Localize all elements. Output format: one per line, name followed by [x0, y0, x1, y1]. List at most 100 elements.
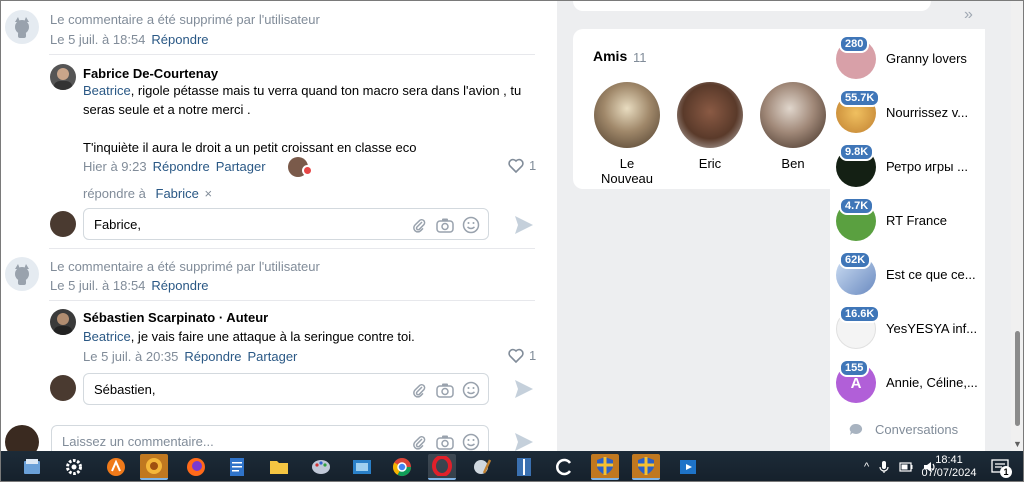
comment-date[interactable]: Le 5 juil. à 18:54 [50, 278, 145, 293]
folder-icon[interactable] [265, 454, 293, 480]
send-icon[interactable] [513, 378, 535, 400]
comment-author[interactable]: Fabrice De-Courtenay [83, 66, 218, 81]
share-link[interactable]: Partager [216, 159, 266, 174]
send-icon[interactable] [513, 214, 535, 236]
ccleaner-icon[interactable] [550, 454, 578, 480]
reply-link[interactable]: Répondre [153, 159, 210, 174]
settings-gear-icon[interactable] [60, 454, 88, 480]
avast-icon[interactable] [102, 454, 130, 480]
friend-avatar[interactable] [760, 82, 826, 148]
share-link[interactable]: Partager [248, 349, 298, 364]
file-explorer-pin-icon[interactable] [18, 454, 46, 480]
page-scrollbar[interactable]: ▼ [1011, 1, 1023, 451]
replying-to: répondre à Fabrice × [83, 186, 218, 201]
attach-icon[interactable] [410, 216, 428, 234]
like-button[interactable]: 1 [508, 348, 536, 363]
my-avatar [50, 211, 76, 237]
send-icon[interactable] [513, 431, 535, 451]
security-shield-icon[interactable] [591, 454, 619, 480]
opera-icon[interactable] [428, 454, 456, 480]
cancel-reply-button[interactable]: × [205, 186, 213, 201]
comment-author-line: Sébastien Scarpinato · Auteur [83, 310, 268, 325]
attach-icon[interactable] [410, 381, 428, 399]
vpn-app-icon[interactable] [140, 454, 168, 480]
comment-date[interactable]: Hier à 9:23 [83, 159, 147, 174]
image-viewer-icon[interactable] [348, 454, 376, 480]
unread-badge: 62K [839, 251, 872, 269]
emoji-icon[interactable] [462, 381, 480, 399]
friend-item[interactable]: Le Nouveau [593, 82, 661, 186]
group-item[interactable]: 55.7K Nourrissez v... [836, 89, 986, 135]
conversations-link[interactable]: Conversations [849, 422, 958, 437]
camera-icon[interactable] [436, 433, 454, 451]
sebastien-avatar[interactable] [50, 309, 76, 335]
windows-taskbar: ^ 18:41 07/07/2024 1 [1, 451, 1023, 481]
friend-name[interactable]: Le Nouveau [593, 156, 661, 186]
scrollbar-thumb[interactable] [1015, 331, 1020, 426]
fabrice-avatar[interactable] [50, 64, 76, 90]
friend-avatar[interactable] [594, 82, 660, 148]
group-name[interactable]: RT France [886, 213, 981, 228]
conversations-label[interactable]: Conversations [875, 422, 958, 437]
reply-input-value[interactable]: Sébastien, [94, 382, 155, 397]
friend-item[interactable]: Eric [676, 82, 744, 171]
friend-avatar[interactable] [677, 82, 743, 148]
group-name[interactable]: Nourrissez v... [886, 105, 981, 120]
reply-input[interactable]: Sébastien, [83, 373, 489, 405]
group-name[interactable]: Annie, Céline,... [886, 375, 981, 390]
group-item[interactable]: 9.8K Ретро игры ... [836, 143, 986, 189]
emoji-icon[interactable] [462, 433, 480, 451]
collapse-chevrons-icon[interactable]: » [964, 6, 973, 24]
comment-date[interactable]: Le 5 juil. à 20:35 [83, 349, 178, 364]
reply-link[interactable]: Répondre [184, 349, 241, 364]
group-name[interactable]: YesYESYA inf... [886, 321, 981, 336]
reply-link[interactable]: Répondre [151, 278, 208, 293]
friend-name[interactable]: Eric [676, 156, 744, 171]
reply-input-value[interactable]: Fabrice, [94, 217, 141, 232]
chrome-icon[interactable] [388, 454, 416, 480]
friend-item[interactable]: Ben [759, 82, 827, 171]
mention-link[interactable]: Beatrice [83, 83, 131, 98]
notification-count-badge: 1 [1000, 466, 1012, 478]
group-item[interactable]: A 155 Annie, Céline,... [836, 359, 986, 405]
mention-link[interactable]: Beatrice [83, 329, 131, 344]
friend-name[interactable]: Ben [759, 156, 827, 171]
new-comment-placeholder[interactable]: Laissez un commentaire... [62, 434, 214, 449]
replying-to-name[interactable]: Fabrice [156, 186, 199, 201]
attach-icon[interactable] [410, 433, 428, 451]
group-name[interactable]: Est ce que ce... [886, 267, 981, 282]
deleted-comment-text: Le commentaire a été supprimé par l'util… [50, 12, 320, 27]
friends-title[interactable]: Amis [593, 48, 627, 64]
firefox-icon[interactable] [182, 454, 210, 480]
tray-expand-icon[interactable]: ^ [864, 461, 869, 473]
group-item[interactable]: 62K Est ce que ce... [836, 251, 986, 297]
group-item[interactable]: 4.7K RT France [836, 197, 986, 243]
reply-input[interactable]: Fabrice, [83, 208, 489, 240]
unread-badge: 4.7K [839, 197, 875, 215]
comment-text-line: , rigole pétasse mais tu verra quand ton… [130, 83, 522, 98]
group-name[interactable]: Ретро игры ... [886, 159, 981, 174]
taskbar-clock[interactable]: 18:41 07/07/2024 [919, 454, 979, 480]
comment-author[interactable]: Sébastien Scarpinato [83, 310, 215, 325]
reply-link[interactable]: Répondre [151, 32, 208, 47]
media-player-icon[interactable] [674, 454, 702, 480]
battery-icon[interactable] [899, 461, 913, 473]
microphone-icon[interactable] [879, 460, 889, 474]
group-item[interactable]: 280 Granny lovers [836, 35, 986, 81]
notification-center-icon[interactable]: 1 [991, 459, 1012, 480]
scroll-down-arrow-icon[interactable]: ▼ [1013, 439, 1022, 449]
group-item[interactable]: 16.6K YesYESYA inf... [836, 305, 986, 351]
screenshot-frame: Le commentaire a été supprimé par l'util… [0, 0, 1024, 482]
camera-icon[interactable] [436, 381, 454, 399]
like-button[interactable]: 1 [508, 158, 536, 173]
paint-brush-icon[interactable] [468, 454, 496, 480]
security-shield-icon[interactable] [632, 454, 660, 480]
document-icon[interactable] [223, 454, 251, 480]
archive-icon[interactable] [510, 454, 538, 480]
paint-palette-icon[interactable] [307, 454, 335, 480]
emoji-icon[interactable] [462, 216, 480, 234]
comment-date[interactable]: Le 5 juil. à 18:54 [50, 32, 145, 47]
new-comment-input[interactable]: Laissez un commentaire... [51, 425, 489, 451]
group-name[interactable]: Granny lovers [886, 51, 981, 66]
camera-icon[interactable] [436, 216, 454, 234]
